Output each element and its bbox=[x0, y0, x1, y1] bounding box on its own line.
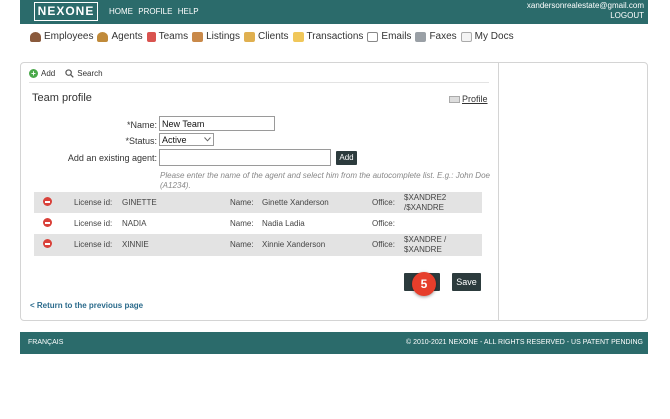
office-label: Office: bbox=[372, 219, 395, 228]
add-button-label: Add bbox=[41, 69, 56, 78]
account-info: xandersonrealestate@gmail.com LOGOUT bbox=[527, 1, 644, 21]
add-button[interactable]: + Add bbox=[29, 69, 55, 78]
name-label: *Name: bbox=[126, 120, 157, 130]
nav-employees[interactable]: Employees bbox=[30, 31, 93, 42]
team-name-input[interactable] bbox=[159, 116, 275, 131]
nav-help-link[interactable]: HELP bbox=[178, 7, 199, 16]
panel-divider bbox=[498, 63, 499, 321]
email-icon bbox=[367, 31, 379, 42]
folder-icon bbox=[292, 31, 304, 42]
agent-name-value: Xinnie Xanderson bbox=[262, 240, 326, 249]
add-icon: + bbox=[29, 69, 38, 78]
top-bar: NEXONE HOME PROFILE HELP xandersonreales… bbox=[20, 0, 648, 24]
nav-agents[interactable]: Agents bbox=[97, 31, 143, 42]
agent-name-label: Name: bbox=[230, 240, 254, 249]
search-button-label: Search bbox=[77, 69, 103, 78]
panel-toolbar: + Add Search bbox=[29, 69, 113, 78]
license-value: XINNIE bbox=[122, 240, 149, 249]
office-value: $XANDRE / $XANDRE bbox=[404, 235, 447, 254]
status-select-value: Active bbox=[162, 134, 187, 145]
agent-name-label: Name: bbox=[230, 219, 254, 228]
table-row: License id: NADIA Name: Nadia Ladia Offi… bbox=[34, 213, 482, 234]
save-button[interactable]: Save bbox=[452, 273, 481, 291]
nav-teams[interactable]: Teams bbox=[146, 31, 189, 42]
agent-autocomplete-input[interactable] bbox=[159, 149, 331, 166]
toolbar-divider bbox=[29, 82, 489, 83]
nav-clients[interactable]: Clients bbox=[243, 31, 289, 42]
remove-agent-icon[interactable] bbox=[43, 239, 52, 248]
logout-link[interactable]: LOGOUT bbox=[527, 11, 644, 21]
step-number-badge: 5 bbox=[412, 272, 436, 296]
nav-profile-link[interactable]: PROFILE bbox=[138, 7, 172, 16]
license-label: License id: bbox=[74, 219, 113, 228]
profile-link[interactable]: Profile bbox=[449, 94, 488, 104]
nav-home-link[interactable]: HOME bbox=[109, 7, 133, 16]
agent-name-value: Ginette Xanderson bbox=[262, 198, 329, 207]
nav-clients-label: Clients bbox=[257, 31, 289, 42]
license-value: GINETTE bbox=[122, 198, 157, 207]
clients-icon bbox=[243, 31, 255, 42]
nav-teams-label: Teams bbox=[158, 31, 189, 42]
license-label: License id: bbox=[74, 198, 113, 207]
nav-my-docs[interactable]: My Docs bbox=[460, 31, 514, 42]
docs-icon bbox=[460, 31, 472, 42]
add-agent-button[interactable]: Add bbox=[336, 151, 357, 165]
nav-listings[interactable]: Listings bbox=[192, 31, 240, 42]
nav-listings-label: Listings bbox=[206, 31, 240, 42]
teams-icon bbox=[146, 31, 156, 42]
search-icon bbox=[65, 69, 74, 78]
nav-emails-label: Emails bbox=[381, 31, 412, 42]
language-switch-link[interactable]: FRANÇAIS bbox=[28, 339, 63, 346]
table-row: License id: GINETTE Name: Ginette Xander… bbox=[34, 192, 482, 213]
team-profile-panel: + Add Search Team profile Profile *Name:… bbox=[20, 62, 648, 321]
nav-faxes-label: Faxes bbox=[429, 31, 457, 42]
status-label: *Status: bbox=[125, 136, 157, 146]
nexone-logo[interactable]: NEXONE bbox=[34, 2, 98, 21]
nav-transactions-label: Transactions bbox=[306, 31, 364, 42]
office-label: Office: bbox=[372, 240, 395, 249]
nav-emails[interactable]: Emails bbox=[367, 31, 411, 42]
profile-link-label: Profile bbox=[462, 94, 488, 104]
agent-name-label: Name: bbox=[230, 198, 254, 207]
office-label: Office: bbox=[372, 198, 395, 207]
table-row: License id: XINNIE Name: Xinnie Xanderso… bbox=[34, 234, 482, 256]
remove-agent-icon[interactable] bbox=[43, 218, 52, 227]
nav-employees-label: Employees bbox=[44, 31, 94, 42]
agent-name-value: Nadia Ladia bbox=[262, 219, 305, 228]
return-previous-page-link[interactable]: < Return to the previous page bbox=[30, 301, 143, 310]
listings-icon bbox=[192, 31, 204, 42]
top-nav: HOME PROFILE HELP bbox=[109, 7, 202, 16]
license-label: License id: bbox=[74, 240, 113, 249]
agent-label: Add an existing agent: bbox=[67, 153, 157, 163]
agents-icon bbox=[97, 31, 109, 42]
search-button[interactable]: Search bbox=[65, 69, 103, 78]
fax-icon bbox=[415, 31, 427, 42]
copyright-text: © 2010-2021 NEXONE - ALL RIGHTS RESERVED… bbox=[405, 339, 643, 346]
autocomplete-hint: Please enter the name of the agent and s… bbox=[160, 171, 490, 190]
nav-my-docs-label: My Docs bbox=[474, 31, 514, 42]
chevron-down-icon bbox=[204, 137, 211, 142]
main-nav: Employees Agents Teams Listings Clients … bbox=[30, 31, 518, 42]
nav-agents-label: Agents bbox=[111, 31, 143, 42]
nav-transactions[interactable]: Transactions bbox=[292, 31, 364, 42]
footer: FRANÇAIS © 2010-2021 NEXONE - ALL RIGHTS… bbox=[20, 332, 648, 354]
page-title: Team profile bbox=[32, 92, 92, 104]
nav-faxes[interactable]: Faxes bbox=[415, 31, 457, 42]
remove-agent-icon[interactable] bbox=[43, 197, 52, 206]
account-email: xandersonrealestate@gmail.com bbox=[526, 1, 644, 10]
employees-icon bbox=[30, 31, 41, 42]
license-value: NADIA bbox=[122, 219, 147, 228]
office-value: $XANDRE2 /$XANDRE bbox=[404, 193, 447, 212]
status-select[interactable]: Active bbox=[159, 133, 214, 146]
agents-list: License id: GINETTE Name: Ginette Xander… bbox=[34, 192, 482, 256]
profile-card-icon bbox=[449, 95, 460, 103]
